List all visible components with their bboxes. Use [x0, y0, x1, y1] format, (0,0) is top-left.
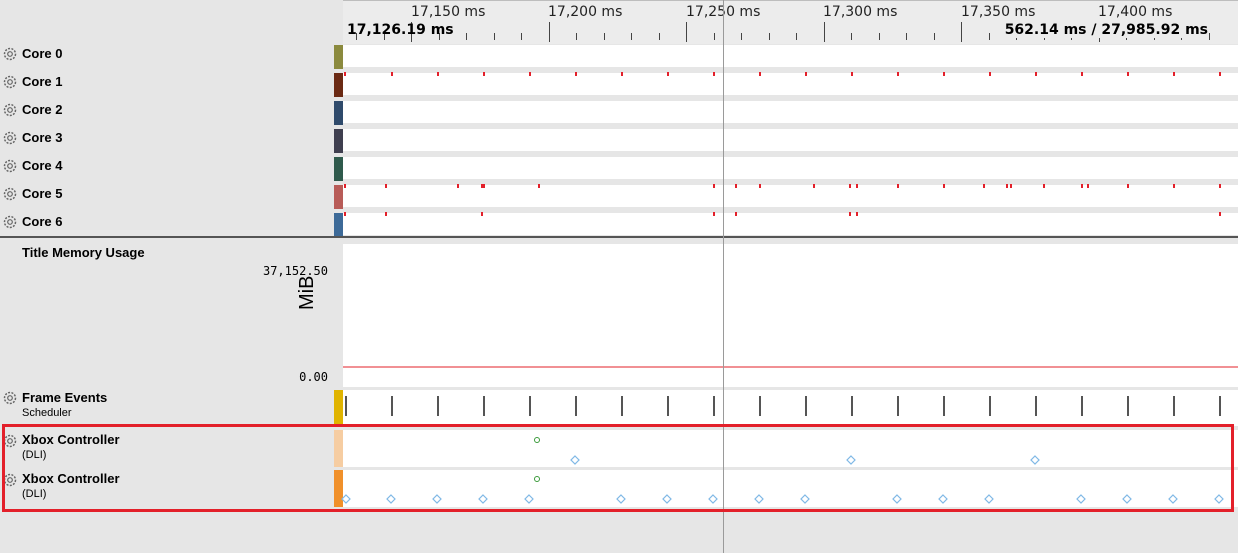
cpu-event-marker: [621, 72, 623, 76]
cpu-event-marker: [1043, 184, 1045, 188]
frame-tick: [345, 396, 347, 416]
cpu-event-marker: [344, 184, 346, 188]
cpu-event-marker: [1035, 72, 1037, 76]
cpu-event-marker: [481, 184, 483, 188]
cpu-event-marker: [805, 72, 807, 76]
cpu-event-marker: [851, 72, 853, 76]
frame-tick: [989, 396, 991, 416]
frame-tick: [713, 396, 715, 416]
cpu-event-marker: [856, 184, 858, 188]
frame-tick: [483, 396, 485, 416]
cpu-event-marker: [897, 184, 899, 188]
cpu-event-marker: [538, 184, 540, 188]
frame-tick: [575, 396, 577, 416]
cpu-event-marker: [897, 72, 899, 76]
cpu-event-marker: [1081, 72, 1083, 76]
cpu-event-marker: [1006, 184, 1008, 188]
cpu-event-marker: [983, 184, 985, 188]
cpu-event-marker: [713, 212, 715, 216]
cpu-event-marker: [1173, 184, 1175, 188]
frame-tick: [667, 396, 669, 416]
cpu-event-marker: [759, 72, 761, 76]
cpu-event-marker: [344, 212, 346, 216]
cpu-event-marker: [856, 212, 858, 216]
frame-tick: [1219, 396, 1221, 416]
frame-tick: [621, 396, 623, 416]
cpu-event-marker: [1010, 184, 1012, 188]
cpu-event-marker: [943, 72, 945, 76]
frame-tick: [1035, 396, 1037, 416]
cpu-event-marker: [575, 72, 577, 76]
frame-tick: [1081, 396, 1083, 416]
cpu-event-marker: [481, 212, 483, 216]
cpu-event-marker: [1219, 72, 1221, 76]
cpu-event-marker: [713, 72, 715, 76]
frame-tick: [851, 396, 853, 416]
cpu-event-marker: [1127, 72, 1129, 76]
cpu-event-marker: [483, 72, 485, 76]
frame-tick: [391, 396, 393, 416]
cpu-event-marker: [735, 184, 737, 188]
frame-tick: [1127, 396, 1129, 416]
cpu-event-marker: [849, 212, 851, 216]
frame-tick: [759, 396, 761, 416]
frame-tick: [437, 396, 439, 416]
frame-tick: [897, 396, 899, 416]
cpu-event-marker: [1081, 184, 1083, 188]
cpu-event-marker: [943, 184, 945, 188]
frame-tick: [529, 396, 531, 416]
highlight-box: [2, 424, 1234, 512]
cpu-event-marker: [437, 72, 439, 76]
cpu-event-marker: [989, 72, 991, 76]
cpu-event-marker: [344, 72, 346, 76]
cpu-event-marker: [529, 72, 531, 76]
frame-tick: [805, 396, 807, 416]
cpu-event-marker: [1219, 184, 1221, 188]
cpu-event-marker: [457, 184, 459, 188]
cpu-event-marker: [391, 72, 393, 76]
cpu-event-marker: [813, 184, 815, 188]
cpu-event-marker: [849, 184, 851, 188]
cpu-event-marker: [1173, 72, 1175, 76]
cpu-event-marker: [735, 212, 737, 216]
cpu-event-marker: [385, 184, 387, 188]
cpu-event-marker: [1087, 184, 1089, 188]
frame-tick: [943, 396, 945, 416]
cpu-event-marker: [713, 184, 715, 188]
cpu-event-marker: [667, 72, 669, 76]
cpu-event-marker: [1219, 212, 1221, 216]
cpu-event-marker: [385, 212, 387, 216]
cpu-event-marker: [483, 184, 485, 188]
cpu-event-marker: [1127, 184, 1129, 188]
cpu-event-marker: [759, 184, 761, 188]
frame-tick: [1173, 396, 1175, 416]
